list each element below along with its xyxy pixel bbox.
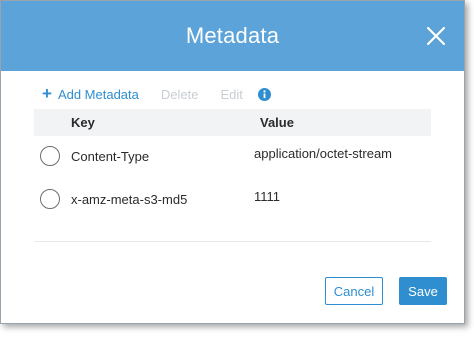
row-key: x-amz-meta-s3-md5	[71, 192, 188, 207]
cancel-button[interactable]: Cancel	[325, 277, 383, 305]
footer-divider	[34, 241, 431, 242]
dialog-header: Metadata	[1, 1, 464, 71]
row-select-radio[interactable]	[40, 189, 60, 209]
delete-button[interactable]: Delete	[161, 87, 199, 102]
row-value: 1111	[254, 189, 281, 204]
column-header-key: Key	[71, 115, 95, 130]
row-value: application/octet-stream	[254, 146, 393, 161]
edit-button[interactable]: Edit	[220, 87, 242, 102]
row-select-radio[interactable]	[40, 146, 60, 166]
info-icon[interactable]	[257, 87, 271, 101]
column-header-value: Value	[260, 115, 294, 130]
dialog-title: Metadata	[185, 23, 280, 48]
add-metadata-button[interactable]: + Add Metadata	[42, 85, 139, 103]
save-button[interactable]: Save	[399, 277, 447, 305]
row-key: Content-Type	[71, 149, 150, 164]
metadata-toolbar: + Add Metadata Delete Edit	[42, 85, 271, 103]
close-icon[interactable]	[425, 25, 447, 47]
table-header: Key Value	[34, 109, 431, 136]
table-row[interactable]: Content-Type application/octet-stream	[34, 136, 431, 176]
metadata-dialog: Metadata + Add Metadata Delete Edit Key …	[0, 0, 465, 324]
table-row[interactable]: x-amz-meta-s3-md5 1111	[34, 179, 431, 219]
plus-icon: +	[42, 84, 52, 103]
add-metadata-label: Add Metadata	[57, 86, 139, 102]
